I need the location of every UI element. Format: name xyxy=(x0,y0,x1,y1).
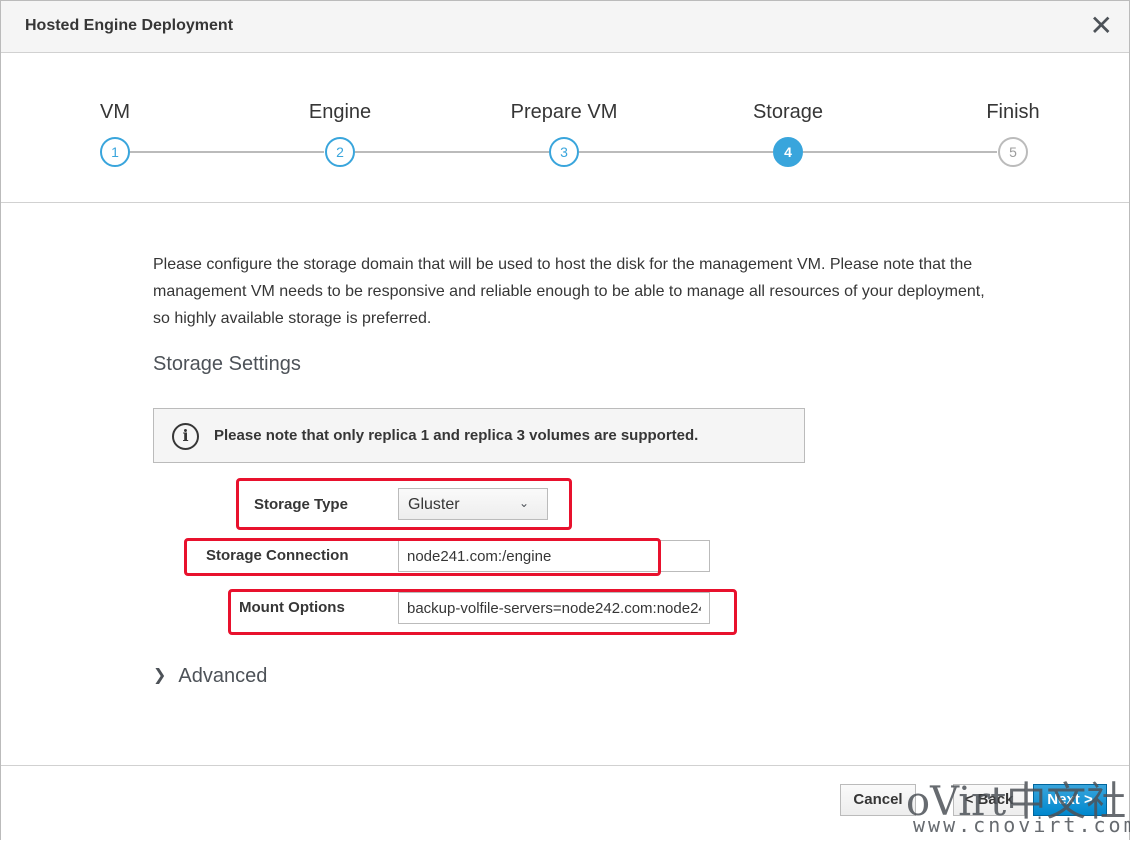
step-2-circle[interactable]: 2 xyxy=(325,137,355,167)
highlight-mount-options xyxy=(228,589,737,635)
step-label-finish: Finish xyxy=(986,101,1040,123)
step-connector xyxy=(803,151,997,153)
close-icon[interactable]: ✕ xyxy=(1090,11,1113,41)
hosted-engine-dialog: Hosted Engine Deployment ✕ VM Engine Pre… xyxy=(0,0,1130,841)
step-4-circle[interactable]: 4 xyxy=(773,137,803,167)
step-label-vm: VM xyxy=(100,101,130,123)
step-label-storage: Storage xyxy=(752,101,824,123)
dialog-title: Hosted Engine Deployment xyxy=(25,17,234,34)
step-connector xyxy=(355,151,549,153)
replica-info-alert: i Please note that only replica 1 and re… xyxy=(153,408,805,463)
intro-text: Please configure the storage domain that… xyxy=(153,256,985,327)
step-3-circle[interactable]: 3 xyxy=(549,137,579,167)
highlight-storage-type xyxy=(236,478,572,530)
step-label-engine: Engine xyxy=(308,101,372,123)
step-1-circle[interactable]: 1 xyxy=(100,137,130,167)
step-connector xyxy=(130,151,324,153)
dialog-header: Hosted Engine Deployment ✕ xyxy=(1,1,1129,53)
alert-text: Please note that only replica 1 and repl… xyxy=(214,427,699,444)
cancel-button[interactable]: Cancel xyxy=(840,784,916,816)
step-connector xyxy=(579,151,773,153)
highlight-storage-connection xyxy=(184,538,661,576)
advanced-label: Advanced xyxy=(178,665,268,687)
watermark-url: www.cnovirt.com xyxy=(913,813,1130,837)
step-5-circle: 5 xyxy=(998,137,1028,167)
wizard-steps: VM Engine Prepare VM Storage Finish 1 2 … xyxy=(1,53,1129,203)
info-icon: i xyxy=(172,423,199,450)
step-label-prepare-vm: Prepare VM xyxy=(510,101,618,123)
storage-settings-title: Storage Settings xyxy=(153,353,301,375)
advanced-toggle[interactable]: ❯ Advanced xyxy=(153,665,267,688)
chevron-right-icon: ❯ xyxy=(153,667,167,684)
